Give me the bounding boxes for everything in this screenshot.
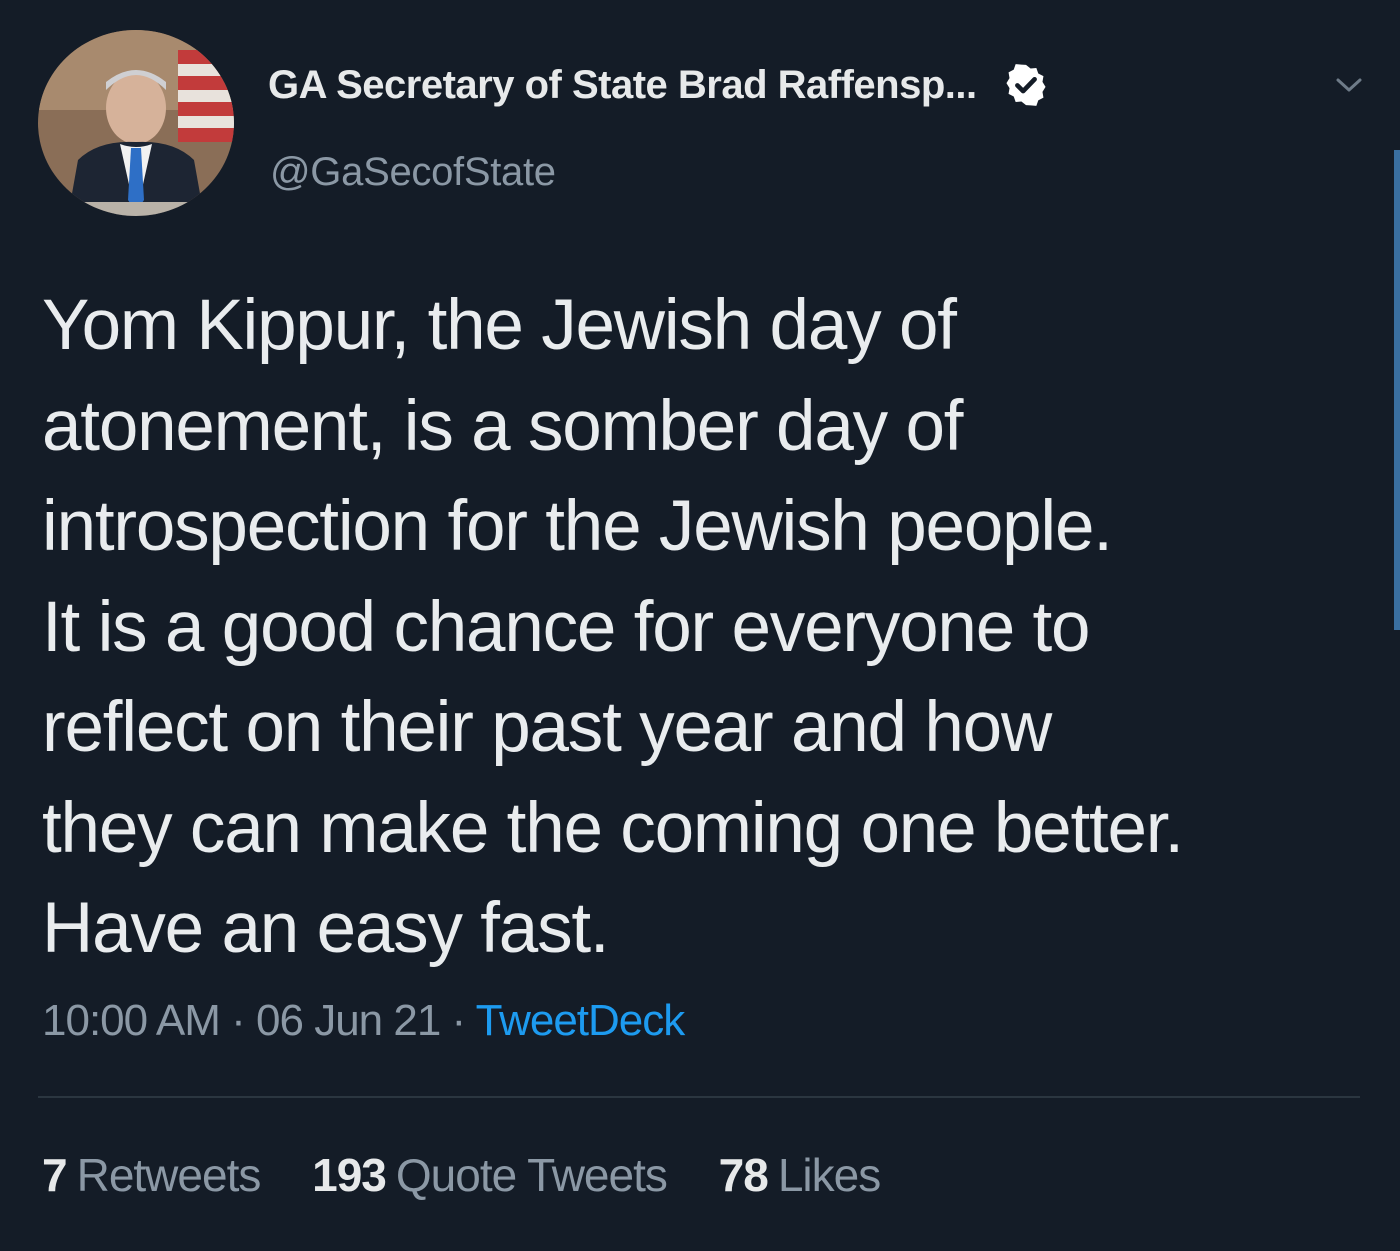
tweet-text-line: introspection for the Jewish people. <box>42 487 1113 566</box>
quote-tweets-label: Quote Tweets <box>395 1149 668 1201</box>
retweets-stat[interactable]: 7 Retweets <box>42 1148 262 1202</box>
likes-count: 78 <box>718 1149 769 1201</box>
divider <box>38 1096 1360 1098</box>
tweet-meta: 10:00 AM · 06 Jun 21 · TweetDeck <box>42 996 686 1046</box>
tweet-text-line: Have an easy fast. <box>42 889 610 968</box>
meta-separator: · <box>451 996 467 1045</box>
tweet-source-link[interactable]: TweetDeck <box>476 996 686 1045</box>
tweet-card: GA Secretary of State Brad Raffensp... @… <box>0 0 1400 1251</box>
tweet-date[interactable]: 06 Jun 21 <box>256 996 441 1045</box>
likes-label: Likes <box>777 1149 881 1201</box>
tweet-time[interactable]: 10:00 AM <box>42 996 221 1045</box>
retweets-count: 7 <box>42 1149 68 1201</box>
tweet-text-line: It is a good chance for everyone to <box>42 587 1091 667</box>
tweet-text-line: they can make the coming one better. <box>42 788 1184 868</box>
display-name[interactable]: GA Secretary of State Brad Raffensp... <box>268 63 977 108</box>
tweet-text-line: reflect on their past year and how <box>42 688 1052 767</box>
tweet-text: Yom Kippur, the Jewish day of atonement,… <box>42 276 1372 980</box>
tweet-text-line: atonement, is a somber day of <box>42 386 963 466</box>
tweet-stats: 7 Retweets 193 Quote Tweets 78 Likes <box>42 1148 920 1202</box>
account-name-row: GA Secretary of State Brad Raffensp... <box>268 62 1049 108</box>
quote-tweets-stat[interactable]: 193 Quote Tweets <box>312 1148 668 1202</box>
scroll-edge <box>1394 150 1400 630</box>
verified-badge-icon <box>1006 64 1046 106</box>
retweets-label: Retweets <box>76 1149 262 1201</box>
likes-stat[interactable]: 78 Likes <box>718 1148 882 1202</box>
meta-separator: · <box>231 996 246 1045</box>
avatar[interactable] <box>38 30 234 216</box>
quote-tweets-count: 193 <box>312 1149 387 1201</box>
tweet-text-line: Yom Kippur, the Jewish day of <box>42 286 957 365</box>
account-handle[interactable]: @GaSecofState <box>270 150 556 195</box>
chevron-down-icon[interactable] <box>1332 74 1366 96</box>
